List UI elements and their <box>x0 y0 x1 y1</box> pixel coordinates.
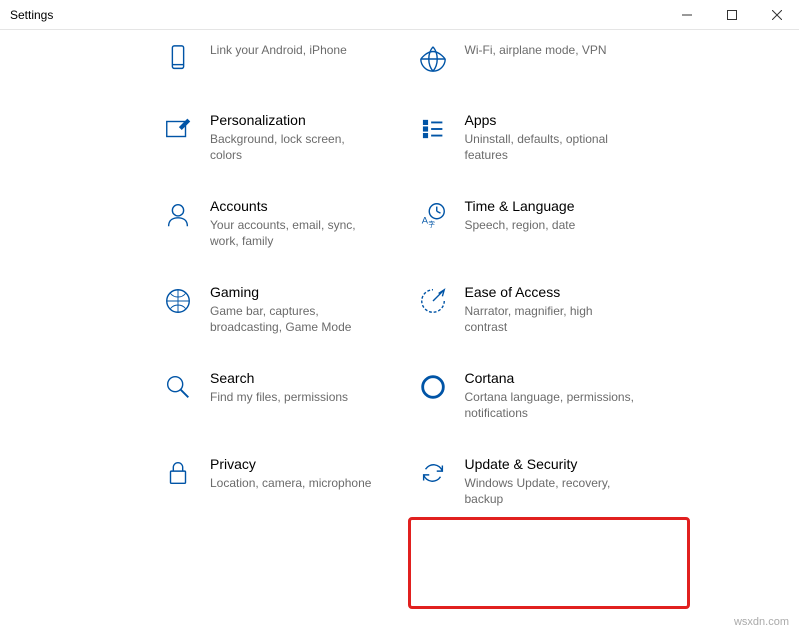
tile-cortana[interactable]: Cortana Cortana language, permissions, n… <box>405 358 760 444</box>
tile-apps[interactable]: Apps Uninstall, defaults, optional featu… <box>405 100 760 186</box>
window-controls <box>664 0 799 30</box>
close-button[interactable] <box>754 0 799 30</box>
tile-desc: Narrator, magnifier, high contrast <box>465 303 635 335</box>
tile-desc: Game bar, captures, broadcasting, Game M… <box>210 303 380 335</box>
tile-desc: Background, lock screen, colors <box>210 131 380 163</box>
update-icon <box>413 456 453 488</box>
tile-phone[interactable]: Link your Android, iPhone <box>40 30 395 100</box>
tile-name: Accounts <box>210 198 387 214</box>
tile-name: Apps <box>465 112 752 128</box>
tile-network[interactable]: Wi-Fi, airplane mode, VPN <box>405 30 760 100</box>
globe-icon <box>413 42 453 74</box>
personalization-icon <box>158 112 198 144</box>
tile-personalization[interactable]: Personalization Background, lock screen,… <box>40 100 395 186</box>
highlight-box <box>408 517 690 609</box>
tile-search[interactable]: Search Find my files, permissions <box>40 358 395 444</box>
tile-ease-of-access[interactable]: Ease of Access Narrator, magnifier, high… <box>405 272 760 358</box>
tile-accounts[interactable]: Accounts Your accounts, email, sync, wor… <box>40 186 395 272</box>
ease-of-access-icon <box>413 284 453 316</box>
minimize-button[interactable] <box>664 0 709 30</box>
tile-desc: Location, camera, microphone <box>210 475 380 491</box>
tile-desc: Link your Android, iPhone <box>210 42 380 58</box>
settings-grid-container: Link your Android, iPhone Wi-Fi, airplan… <box>0 30 799 530</box>
tile-name: Personalization <box>210 112 387 128</box>
window-title: Settings <box>10 8 53 22</box>
tile-name: Update & Security <box>465 456 752 472</box>
gaming-icon <box>158 284 198 316</box>
apps-icon <box>413 112 453 144</box>
maximize-button[interactable] <box>709 0 754 30</box>
privacy-icon <box>158 456 198 488</box>
tile-desc: Wi-Fi, airplane mode, VPN <box>465 42 635 58</box>
tile-desc: Cortana language, permissions, notificat… <box>465 389 635 421</box>
tile-desc: Speech, region, date <box>465 217 635 233</box>
tile-time-language[interactable]: A字 Time & Language Speech, region, date <box>405 186 760 272</box>
tile-desc: Find my files, permissions <box>210 389 380 405</box>
tile-desc: Uninstall, defaults, optional features <box>465 131 635 163</box>
tile-name: Search <box>210 370 387 386</box>
cortana-icon <box>413 370 453 402</box>
tile-name: Cortana <box>465 370 752 386</box>
tile-desc: Windows Update, recovery, backup <box>465 475 635 507</box>
accounts-icon <box>158 198 198 230</box>
titlebar: Settings <box>0 0 799 30</box>
svg-text:字: 字 <box>428 219 435 228</box>
tile-name: Time & Language <box>465 198 752 214</box>
tile-name: Privacy <box>210 456 387 472</box>
search-icon <box>158 370 198 402</box>
tile-desc: Your accounts, email, sync, work, family <box>210 217 380 249</box>
phone-icon <box>158 42 198 74</box>
tile-gaming[interactable]: Gaming Game bar, captures, broadcasting,… <box>40 272 395 358</box>
time-language-icon: A字 <box>413 198 453 230</box>
watermark: wsxdn.com <box>734 616 789 628</box>
tile-name: Ease of Access <box>465 284 752 300</box>
tile-privacy[interactable]: Privacy Location, camera, microphone <box>40 444 395 530</box>
tile-update-security[interactable]: Update & Security Windows Update, recove… <box>405 444 760 530</box>
tile-name: Gaming <box>210 284 387 300</box>
